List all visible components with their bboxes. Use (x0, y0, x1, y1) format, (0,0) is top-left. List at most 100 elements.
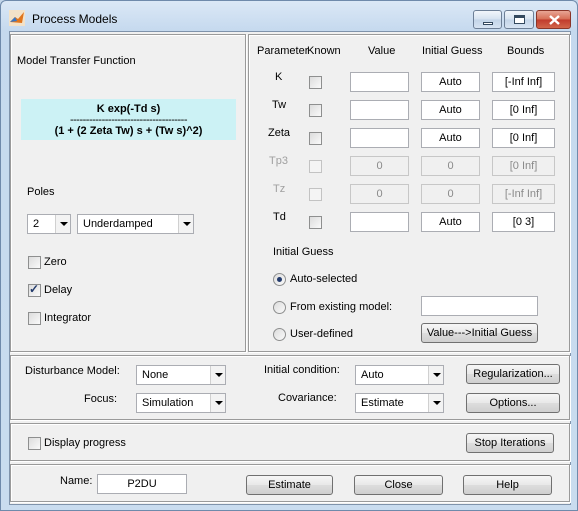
maximize-icon (514, 15, 525, 24)
known-checkbox[interactable] (309, 216, 322, 229)
bounds-field[interactable]: [0 Inf] (492, 100, 555, 120)
initial-guess-field[interactable]: Auto (421, 100, 480, 120)
initial-guess-field: 0 (421, 184, 480, 204)
chevron-down-icon (428, 366, 443, 384)
title-bar[interactable]: Process Models (1, 1, 577, 31)
param-name: K (275, 71, 283, 83)
pole-type-value: Underdamped (83, 218, 153, 230)
auto-selected-radio[interactable] (273, 273, 286, 286)
name-label: Name: (60, 475, 93, 487)
bounds-field[interactable]: [-Inf Inf] (492, 72, 555, 92)
param-name: Tz (273, 183, 286, 195)
pole-type-select[interactable]: Underdamped (77, 214, 194, 234)
progress-panel: Display progress Stop Iterations (10, 423, 570, 461)
value-field[interactable] (350, 128, 409, 148)
bounds-field: [0 Inf] (492, 156, 555, 176)
model-name-field[interactable]: P2DU (97, 474, 187, 494)
close-window-button[interactable] (536, 10, 571, 29)
maximize-button[interactable] (504, 10, 534, 29)
integrator-label: Integrator (44, 312, 92, 324)
known-checkbox[interactable] (309, 104, 322, 117)
param-name: Tw (272, 99, 287, 111)
initial-guess-field[interactable]: Auto (421, 72, 480, 92)
value-to-initial-guess-button[interactable]: Value--->Initial Guess (421, 323, 538, 343)
checkmark-icon: ✓ (29, 282, 40, 296)
from-existing-model-label: From existing model: (290, 301, 393, 313)
value-field[interactable] (350, 72, 409, 92)
tf-denominator: (1 + (2 Zeta Tw) s + (Tw s)^2) (54, 125, 203, 137)
model-transfer-function-heading: Model Transfer Function (17, 55, 136, 67)
covariance-value: Estimate (361, 397, 404, 409)
focus-label: Focus: (84, 393, 118, 405)
zero-label: Zero (44, 256, 67, 268)
model-structure-panel: Model Transfer Function K exp(-Td s) ---… (10, 34, 246, 352)
display-progress-label: Display progress (44, 437, 126, 449)
poles-select[interactable]: 2 (27, 214, 71, 234)
known-checkbox[interactable] (309, 132, 322, 145)
chevron-down-icon (178, 215, 193, 233)
minimize-icon (483, 22, 493, 25)
help-button[interactable]: Help (463, 475, 552, 495)
action-panel: Name: P2DU Estimate Close Help (10, 464, 570, 502)
regularization-button[interactable]: Regularization... (466, 364, 560, 384)
initial-guess-field[interactable]: Auto (421, 128, 480, 148)
options-button[interactable]: Options... (466, 393, 560, 413)
transfer-function-display: K exp(-Td s) ---------------------------… (21, 99, 236, 140)
initial-condition-select[interactable]: Auto (355, 365, 444, 385)
display-progress-checkbox[interactable] (28, 437, 41, 450)
chevron-down-icon (55, 215, 70, 233)
header-bounds: Bounds (507, 45, 545, 57)
bounds-field[interactable]: [0 Inf] (492, 128, 555, 148)
user-defined-label: User-defined (290, 328, 353, 340)
poles-label: Poles (27, 186, 55, 198)
bounds-field: [-Inf Inf] (492, 184, 555, 204)
covariance-label: Covariance: (278, 392, 337, 404)
value-field[interactable] (350, 212, 409, 232)
close-button[interactable]: Close (354, 475, 443, 495)
estimation-options-panel: Disturbance Model: None Focus: Simulatio… (10, 355, 570, 420)
initial-condition-value: Auto (361, 369, 384, 381)
delay-checkbox[interactable]: ✓ (28, 282, 41, 297)
header-initial-guess: Initial Guess (422, 45, 483, 57)
radio-selected-dot (277, 277, 282, 282)
chevron-down-icon (428, 394, 443, 412)
parameters-panel: Parameter Known Value Initial Guess Boun… (248, 34, 570, 352)
user-defined-radio[interactable] (273, 328, 286, 341)
value-field: 0 (350, 156, 409, 176)
existing-model-field[interactable] (421, 296, 538, 316)
zero-checkbox[interactable] (28, 256, 41, 269)
estimate-button[interactable]: Estimate (246, 475, 333, 495)
chevron-down-icon (210, 394, 225, 412)
focus-select[interactable]: Simulation (136, 393, 226, 413)
disturbance-model-value: None (142, 369, 169, 381)
minimize-button[interactable] (473, 10, 502, 29)
param-name: Td (273, 211, 286, 223)
known-checkbox (309, 188, 322, 201)
window-title: Process Models (32, 12, 118, 26)
param-name: Tp3 (269, 155, 288, 167)
disturbance-model-label: Disturbance Model: (25, 365, 120, 377)
poles-value: 2 (33, 218, 40, 230)
delay-label: Delay (44, 284, 73, 296)
from-existing-model-radio[interactable] (273, 301, 286, 314)
bounds-field[interactable]: [0 3] (492, 212, 555, 232)
known-checkbox[interactable] (309, 76, 322, 89)
header-value: Value (368, 45, 396, 57)
chevron-down-icon (210, 366, 225, 384)
covariance-select[interactable]: Estimate (355, 393, 444, 413)
initial-guess-field[interactable]: Auto (421, 212, 480, 232)
integrator-checkbox[interactable] (28, 312, 41, 325)
stop-iterations-button[interactable]: Stop Iterations (466, 433, 554, 453)
disturbance-model-select[interactable]: None (136, 365, 226, 385)
matlab-icon (9, 10, 25, 26)
close-icon (549, 15, 560, 25)
window-frame: Process Models Model Transfer Function K… (0, 0, 578, 511)
param-name: Zeta (268, 127, 291, 139)
dialog-body: Model Transfer Function K exp(-Td s) ---… (9, 31, 571, 505)
initial-guess-field: 0 (421, 156, 480, 176)
value-field: 0 (350, 184, 409, 204)
header-known: Known (307, 45, 341, 57)
auto-selected-label: Auto-selected (290, 273, 358, 285)
value-field[interactable] (350, 100, 409, 120)
focus-value: Simulation (142, 397, 194, 409)
